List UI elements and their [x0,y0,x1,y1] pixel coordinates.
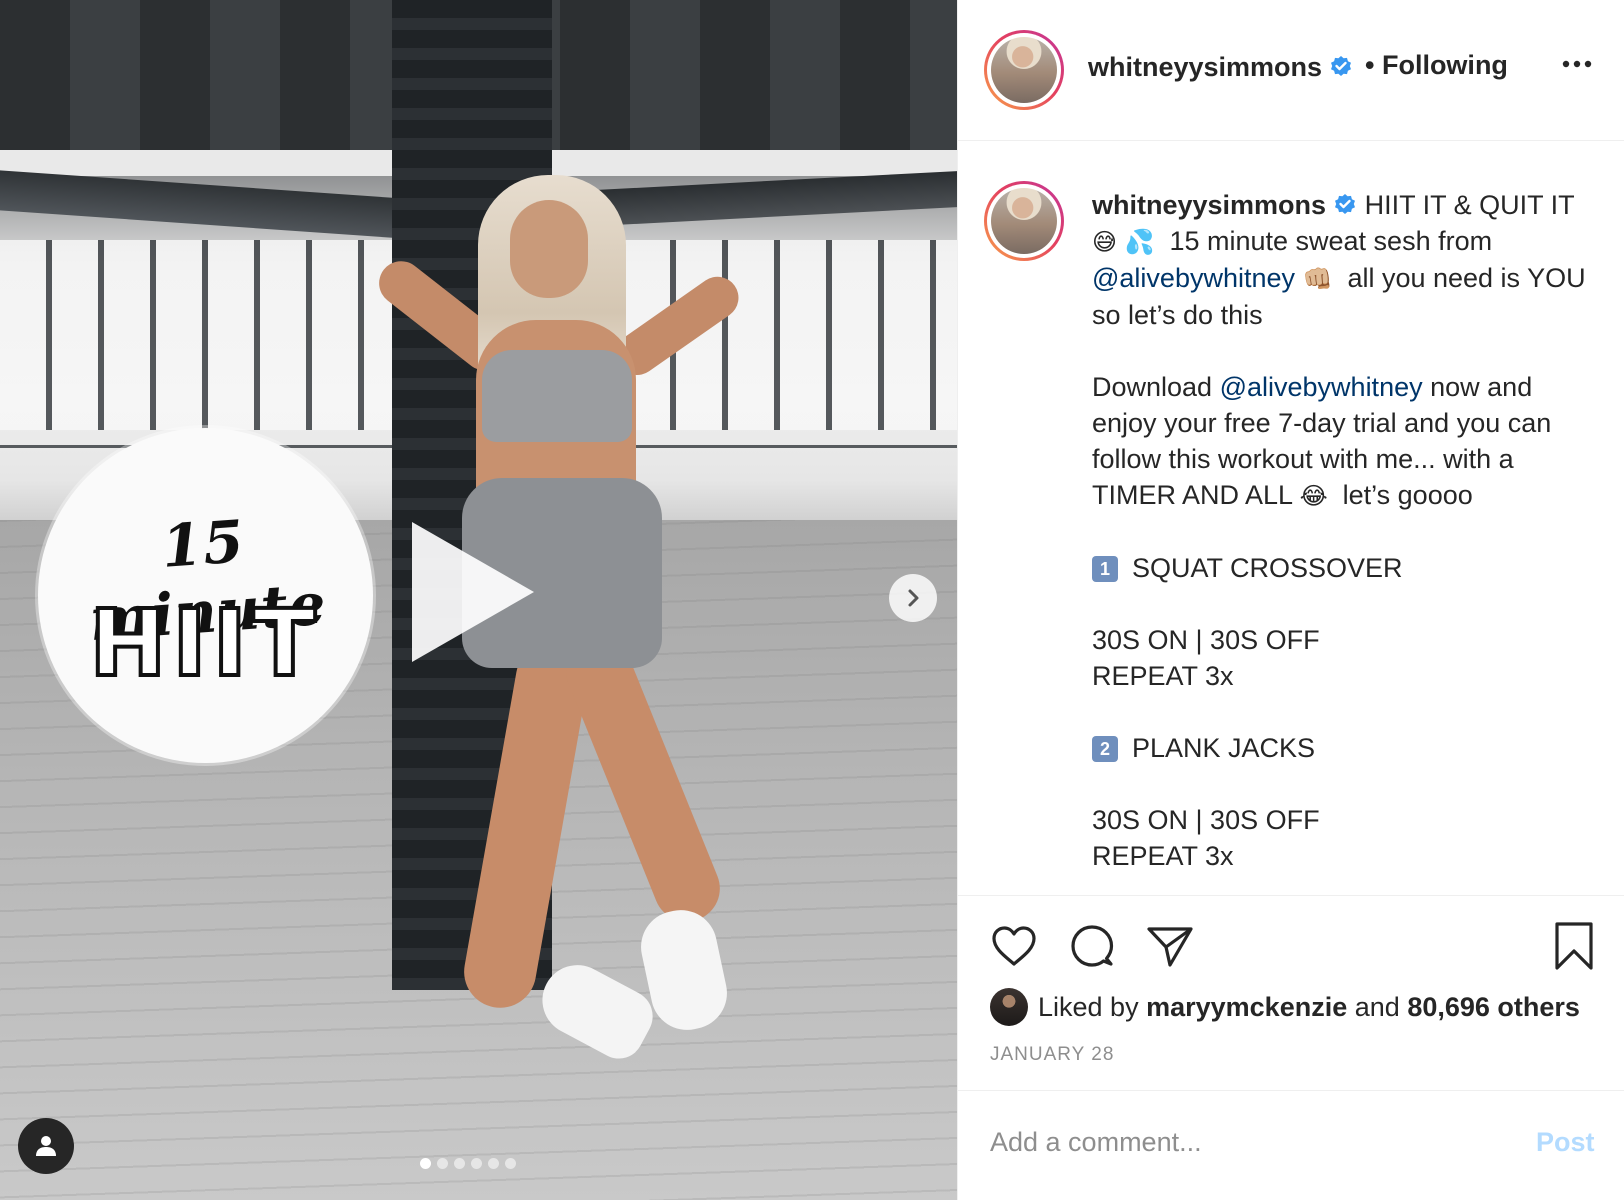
keycap-two-emoji: 2 [1092,736,1118,762]
carousel-dot-active [420,1158,431,1169]
sweat-smile-emoji: 😅 [1092,228,1118,256]
bookmark-icon[interactable] [1548,920,1600,972]
avatar-frame [987,33,1061,107]
carousel-dot [437,1158,448,1169]
verified-badge-icon [1335,194,1356,214]
chevron-right-icon [908,589,919,607]
tagged-users-button[interactable] [18,1118,74,1174]
paper-plane-icon[interactable] [1144,920,1196,972]
liker-avatar[interactable] [990,988,1028,1026]
caption-line: Download [1092,372,1213,402]
caption-line: so let’s do this [1092,300,1263,330]
keycap-one-emoji: 1 [1092,556,1118,582]
caption-line: let’s goooo [1342,480,1473,510]
mention-link[interactable]: @alivebywhitney [1220,372,1423,402]
carousel-next-button[interactable] [889,574,937,622]
carousel-dot [488,1158,499,1169]
carousel-dot [454,1158,465,1169]
following-button[interactable]: • Following [1365,50,1508,81]
caption-section: whitneyysimmons HIIT IT & QUIT IT 😅 💦 15… [958,141,1624,896]
comment-form: Post [958,1090,1624,1200]
caption-line: all you need is YOU [1347,263,1586,293]
play-icon[interactable] [412,522,534,662]
liker-username[interactable]: maryymckenzie [1146,992,1347,1023]
workout-detail: 30S ON | 30S OFF [1092,805,1320,835]
overlay-block-text: HIIT [87,588,322,699]
more-horizontal-icon[interactable] [1561,56,1593,72]
caption-line: HIIT IT & QUIT IT [1364,190,1575,220]
workout-step: SQUAT CROSSOVER [1132,553,1403,583]
post-sidebar: whitneyysimmons • Following whitneyysimm… [957,0,1624,1200]
caption-line: 15 minute sweat sesh from [1169,226,1493,256]
photo-face [510,200,588,298]
avatar-image [991,188,1057,254]
fist-bump-emoji: 👊🏼 [1302,265,1333,293]
author-username[interactable]: whitneyysimmons [1088,52,1353,83]
likes-joiner: and [1354,991,1400,1022]
photo-leg [556,628,730,932]
carousel-dot [505,1158,516,1169]
comment-icon[interactable] [1066,920,1118,972]
person-icon [36,1136,56,1156]
author-username-text[interactable]: whitneyysimmons [1088,52,1322,82]
likes-summary: Liked by maryymckenzie and 80,696 others [990,986,1580,1028]
mention-link[interactable]: @alivebywhitney [1092,263,1295,293]
caption-username[interactable]: whitneyysimmons [1092,190,1326,220]
workout-detail: REPEAT 3x [1092,841,1234,871]
likes-prefix: Liked by [1038,991,1139,1022]
caption-author-avatar[interactable] [984,181,1064,261]
photo-sports-bra [482,350,632,442]
comment-input[interactable] [990,1127,1490,1158]
avatar-image [991,37,1057,103]
post-media[interactable]: 15 minute HIIT [0,0,957,1200]
carousel-indicator [420,1158,516,1169]
avatar-frame [987,184,1061,258]
sweat-drops-emoji: 💦 [1124,228,1155,256]
author-avatar[interactable] [984,30,1064,110]
carousel-dot [471,1158,482,1169]
post-header: whitneyysimmons • Following [958,0,1624,141]
laughing-emoji: 😂 [1299,482,1328,510]
caption-text: whitneyysimmons HIIT IT & QUIT IT 😅 💦 15… [1092,187,1597,874]
verified-badge-icon [1331,56,1352,76]
hiit-overlay-badge: 15 minute HIIT [38,428,373,763]
post-date[interactable]: JANUARY 28 [990,1044,1114,1066]
likes-count[interactable]: 80,696 others [1407,992,1580,1023]
action-bar [958,896,1624,986]
workout-detail: REPEAT 3x [1092,661,1234,691]
workout-step: PLANK JACKS [1132,733,1316,763]
heart-icon[interactable] [988,920,1040,972]
photo-shoe [530,952,662,1068]
workout-detail: 30S ON | 30S OFF [1092,625,1320,655]
post-comment-button[interactable]: Post [1536,1127,1595,1158]
